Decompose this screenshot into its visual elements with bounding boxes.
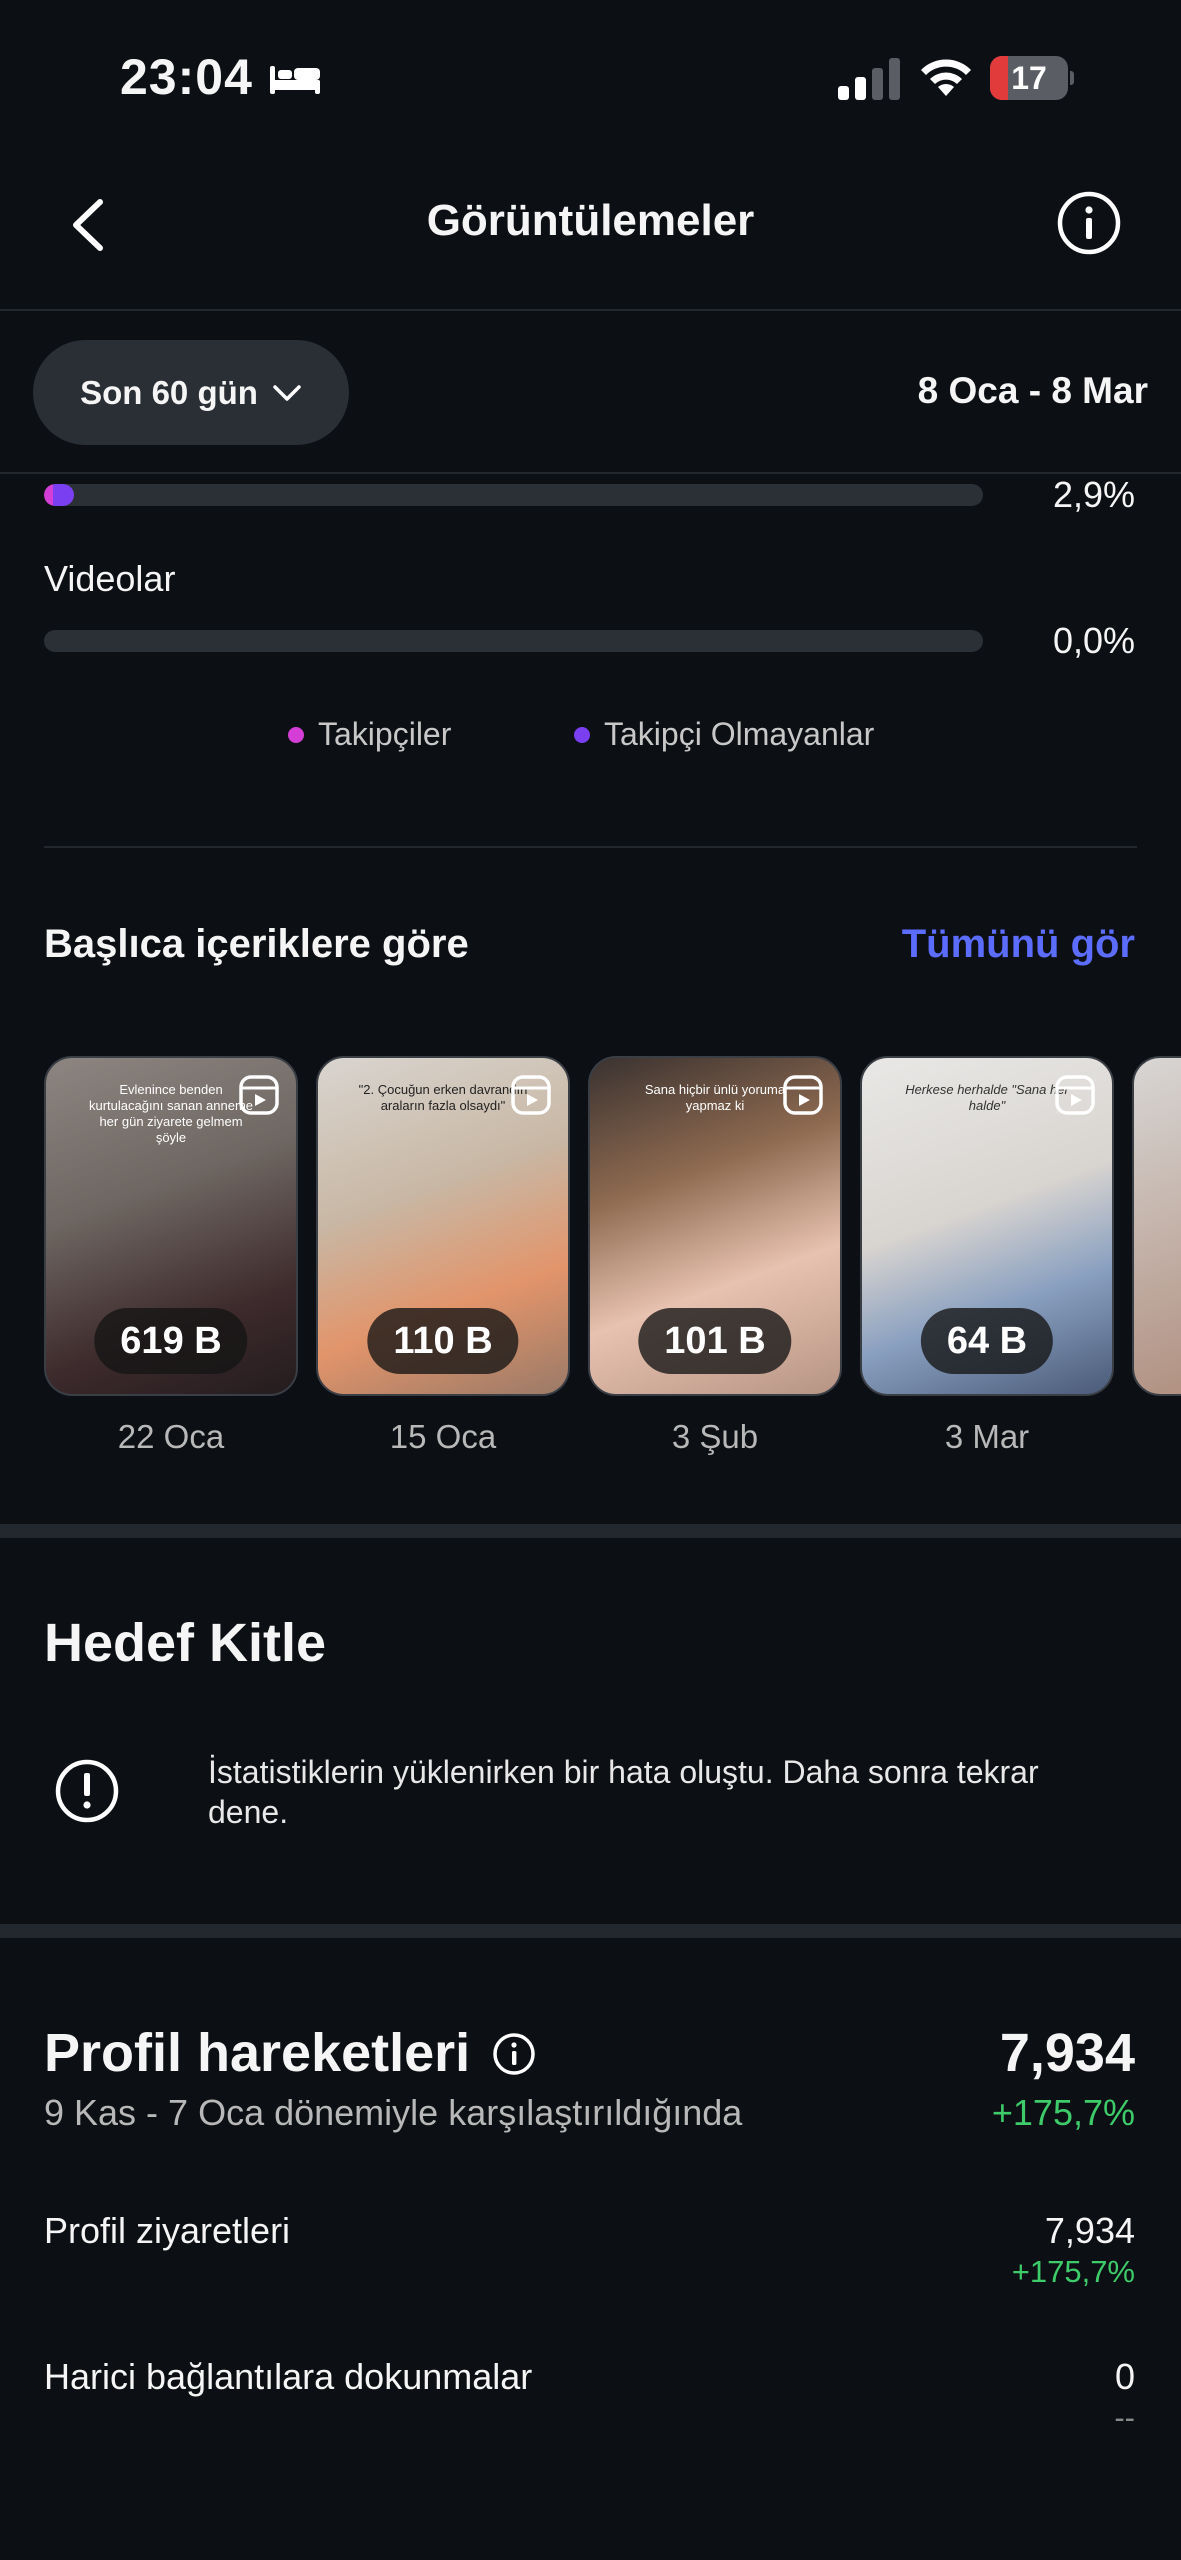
see-all-link[interactable]: Tümünü gör [902,922,1135,967]
alert-icon [55,1759,119,1823]
content-date: 3 Şub [671,1418,759,1455]
filter-divider [0,472,1181,474]
content-date: 3 Mar [944,1418,1030,1455]
followers-dot [288,726,304,743]
views-badge: 619 B [94,1308,248,1374]
section-separator [0,1524,1181,1538]
views-badge: 64 B [920,1308,1054,1374]
views-badge: 110 B [367,1308,519,1374]
non-followers-dot [574,726,590,743]
audience-title: Hedef Kitle [44,1613,327,1673]
top-content-item[interactable]: "2. Çocuğun erken davrandın araların faz… [316,1056,570,1396]
reels-views-bar [44,484,983,506]
profile-activity-title: Profil hareketleri [44,2023,471,2083]
legend-non-followers-label: Takipçi Olmayanlar [604,716,875,752]
profile-visits-value: 7,934 [1044,2210,1135,2251]
content-date: 22 Oca [117,1418,225,1455]
external-link-taps-value: 0 [1114,2356,1135,2397]
header-divider [0,309,1181,311]
reels-icon [783,1075,823,1115]
page-title: Görüntülemeler [426,196,755,245]
date-range-dropdown-label: Son 60 gün [80,373,258,411]
cellular-signal-icon [838,58,900,100]
profile-activity-change: +175,7% [991,2092,1135,2133]
audience-error-message: İstatistiklerin yüklenirken bir hata olu… [208,1754,1039,1830]
battery-level: 17 [1011,60,1047,96]
reels-icon [511,1075,551,1115]
date-range-dropdown[interactable]: Son 60 gün [33,340,349,445]
wifi-icon [921,59,971,96]
external-link-taps-label: Harici bağlantılara dokunmalar [44,2356,533,2397]
comparison-period: 9 Kas - 7 Oca dönemiyle karşılaştırıldığ… [44,2092,743,2133]
reels-views-bar-fill [44,484,74,506]
legend-followers: Takipçiler [288,716,451,753]
reels-icon [1055,1075,1095,1115]
views-badge: 101 B [638,1308,792,1374]
videos-views-bar [44,630,983,652]
info-icon[interactable] [1056,190,1122,256]
chevron-down-icon [273,384,301,401]
profile-activity-total: 7,934 [999,2023,1135,2083]
date-range-text: 8 Oca - 8 Mar [917,370,1148,411]
battery-indicator: 17 [990,56,1074,100]
legend-followers-label: Takipçiler [318,716,452,752]
external-link-taps-change: -- [1114,2400,1135,2435]
top-content-item-partial[interactable] [1132,1056,1181,1396]
reels-views-percent: 2,9% [1052,474,1135,515]
reels-icon [239,1075,279,1115]
profile-visits-label: Profil ziyaretleri [44,2210,291,2251]
profile-visits-change: +175,7% [1011,2254,1135,2289]
top-content-item[interactable]: Herkese herhalde "Sana her halde" 64 B [860,1056,1114,1396]
status-time: 23:04 [120,49,253,105]
videos-views-percent: 0,0% [1052,620,1135,661]
top-content-item[interactable]: Sana hiçbir ünlü yoruma yapmaz ki 101 B [588,1056,842,1396]
legend-non-followers: Takipçi Olmayanlar [574,716,874,753]
sleep-mode-icon [270,66,320,94]
info-icon[interactable] [492,2032,536,2076]
section-divider [44,846,1137,848]
section-separator [0,1924,1181,1938]
top-content-item[interactable]: Evlenince benden kurtulacağını sanan ann… [44,1056,298,1396]
top-content-title: Başlıca içeriklere göre [44,922,469,966]
videos-label: Videolar [44,558,176,599]
content-date: 15 Oca [389,1418,497,1455]
